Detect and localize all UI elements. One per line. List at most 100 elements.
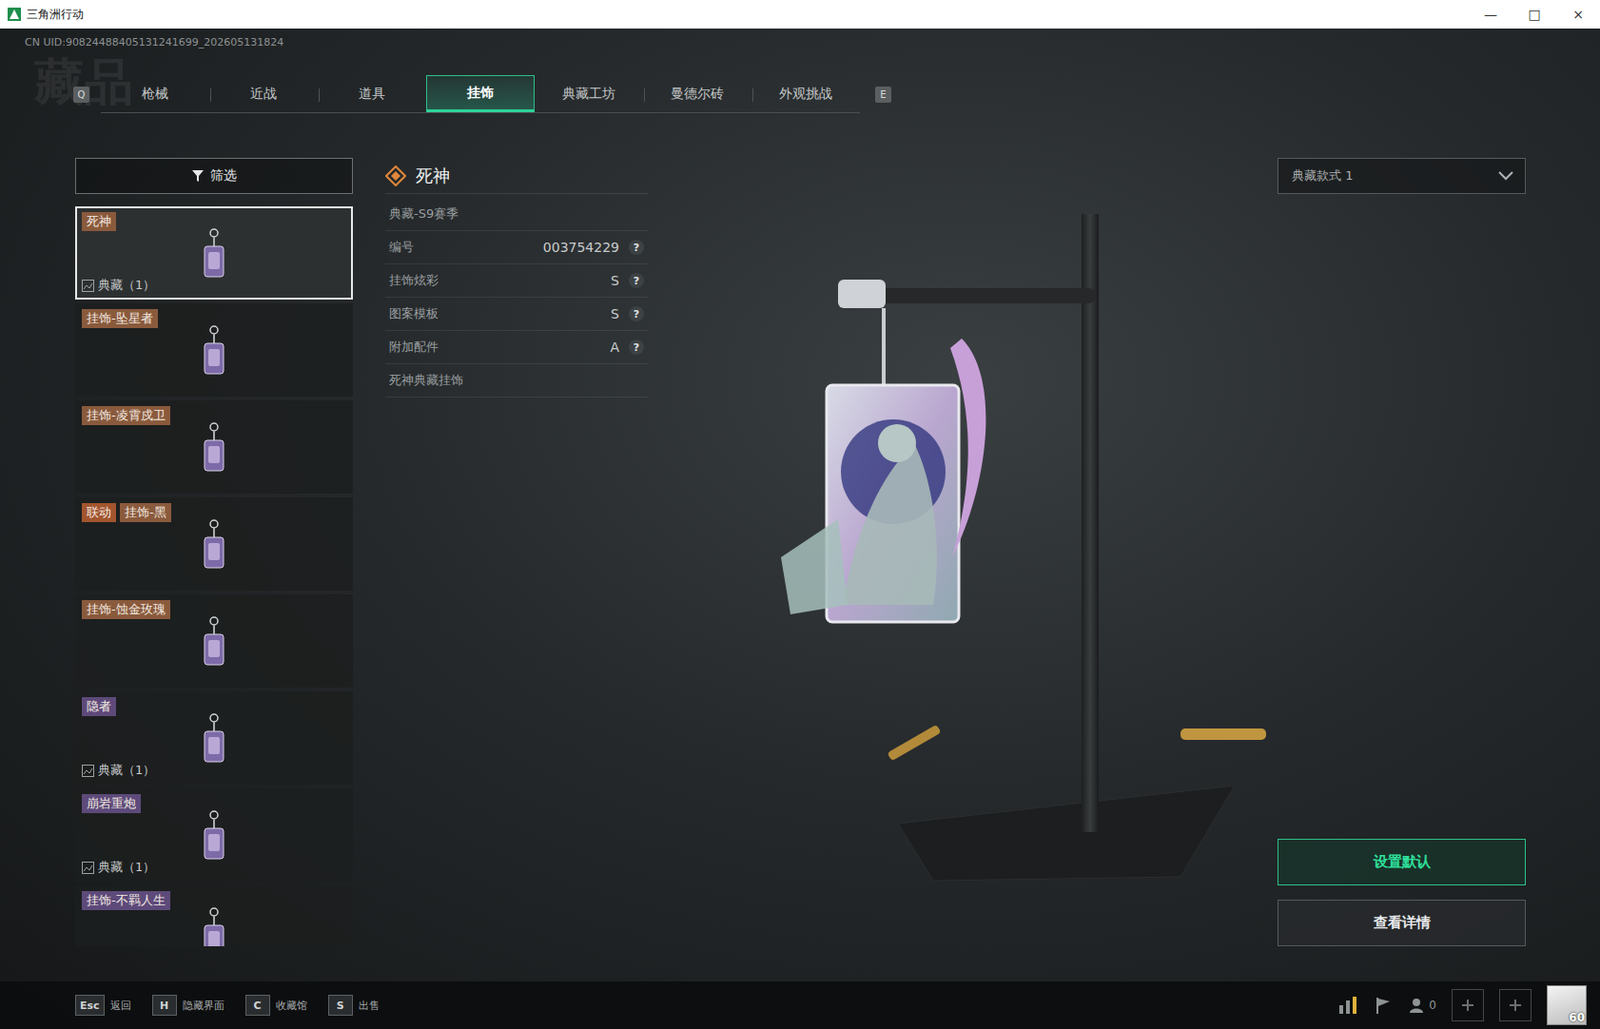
window-control[interactable]: □ <box>1512 0 1557 29</box>
item-art <box>81 910 347 947</box>
attribute-row: 挂饰炫彩S? <box>385 264 648 298</box>
prev-tab-key[interactable]: Q <box>73 86 90 103</box>
collection-row: 典藏（1） <box>81 761 347 780</box>
item-art <box>81 716 347 762</box>
add-slot[interactable] <box>1499 989 1532 1022</box>
add-slot[interactable] <box>1451 989 1484 1022</box>
item-card[interactable]: 死神典藏（1） <box>75 206 353 300</box>
help-icon[interactable]: ? <box>628 273 644 289</box>
charm-icon <box>196 421 232 475</box>
window-title: 三角洲行动 <box>26 6 1469 23</box>
flag-icon[interactable] <box>1373 995 1393 1015</box>
filter-icon <box>191 169 205 183</box>
tab[interactable]: 典藏工坊 <box>534 75 644 113</box>
hint-key: Esc <box>75 995 105 1016</box>
app-logo-icon <box>7 7 21 21</box>
tag-row: 挂饰-坠星者 <box>81 309 347 329</box>
item-name: 隐者 <box>81 697 117 717</box>
key-hint[interactable]: Esc 返回 <box>75 995 132 1016</box>
key-hint[interactable]: C收藏馆 <box>245 995 308 1016</box>
item-art <box>81 619 347 665</box>
tab[interactable]: 近战 <box>209 75 318 113</box>
player-avatar[interactable]: 60 <box>1546 985 1587 1026</box>
item-name: 挂饰-凌霄戍卫 <box>81 406 171 426</box>
tab[interactable]: 挂饰 <box>426 75 535 113</box>
window-control[interactable]: — <box>1468 0 1513 29</box>
collection-row <box>81 567 347 586</box>
item-name: 崩岩重炮 <box>81 794 141 814</box>
hint-label: 返回 <box>110 998 132 1014</box>
tab[interactable]: 道具 <box>317 75 427 113</box>
plus-icon <box>1508 998 1522 1013</box>
help-icon[interactable]: ? <box>628 306 644 322</box>
action-button[interactable]: 查看详情 <box>1277 899 1526 947</box>
item-card[interactable]: 挂饰-坠星者 <box>75 303 353 397</box>
item-art <box>81 328 347 374</box>
key-hint[interactable]: H隐藏界面 <box>152 995 225 1016</box>
item-column: 筛选死神典藏（1）挂饰-坠星者挂饰-凌霄戍卫联动挂饰-黑挂饰-蚀金玫瑰隐者典藏（… <box>75 157 353 947</box>
hint-key: S <box>328 995 353 1016</box>
detail-title: 死神 <box>385 157 648 195</box>
item-card[interactable]: 崩岩重炮典藏（1） <box>75 788 353 882</box>
collection-row <box>81 664 347 683</box>
item-name: 挂饰-蚀金玫瑰 <box>81 600 171 620</box>
item-name: 挂饰-不羁人生 <box>81 891 171 911</box>
collection-row <box>81 373 347 391</box>
tag-row: 死神 <box>81 212 347 232</box>
status-group: 0 60 <box>1337 985 1587 1026</box>
plus-icon <box>1461 998 1475 1013</box>
content: 筛选死神典藏（1）挂饰-坠星者挂饰-凌霄戍卫联动挂饰-黑挂饰-蚀金玫瑰隐者典藏（… <box>0 113 1600 982</box>
header: CN UID:90824488405131241699_202605131824… <box>0 28 1600 114</box>
charm-icon <box>196 615 232 669</box>
page-title: 藏品 <box>34 49 134 117</box>
chevron-down-icon <box>1498 171 1514 181</box>
charm-icon <box>196 809 232 863</box>
tab[interactable]: 枪械 <box>100 75 210 113</box>
filter-button[interactable]: 筛选 <box>75 157 353 195</box>
collection-icon <box>81 279 95 293</box>
detail-panel: 死神典藏-S9赛季编号003754229?挂饰炫彩S?图案模板S?附加配件A?死… <box>385 157 648 947</box>
help-icon[interactable]: ? <box>628 239 644 255</box>
people-icon <box>1407 996 1425 1015</box>
tag-row: 联动挂饰-黑 <box>81 503 347 523</box>
item-card[interactable]: 联动挂饰-黑 <box>75 497 353 591</box>
tag-row: 挂饰-凌霄戍卫 <box>81 406 347 426</box>
help-icon[interactable]: ? <box>628 339 644 355</box>
hint-key: H <box>152 995 177 1016</box>
tab-list: 枪械近战道具挂饰典藏工坊曼德尔砖外观挑战 <box>100 75 860 114</box>
stats-icon[interactable] <box>1337 995 1359 1015</box>
hint-label: 出售 <box>358 998 380 1014</box>
level-badge: 60 <box>1568 1011 1585 1025</box>
item-list: 死神典藏（1）挂饰-坠星者挂饰-凌霄戍卫联动挂饰-黑挂饰-蚀金玫瑰隐者典藏（1）… <box>75 206 353 947</box>
item-card[interactable]: 挂饰-不羁人生 <box>75 885 353 947</box>
preview-stage[interactable] <box>647 157 1278 947</box>
window-control[interactable]: × <box>1556 0 1600 29</box>
collab-tag: 联动 <box>81 503 117 523</box>
right-column: 典藏款式 1 设置默认查看详情 <box>1277 157 1526 947</box>
item-card[interactable]: 隐者典藏（1） <box>75 691 353 785</box>
item-card[interactable]: 挂饰-凌霄戍卫 <box>75 400 353 494</box>
charm-icon <box>196 906 232 947</box>
action-button[interactable]: 设置默认 <box>1277 839 1526 886</box>
charm-preview-icon <box>647 157 1278 947</box>
item-card[interactable]: 挂饰-蚀金玫瑰 <box>75 594 353 688</box>
item-name: 挂饰-坠星者 <box>81 309 158 329</box>
next-tab-key[interactable]: E <box>875 86 892 103</box>
description-row: 死神典藏挂饰 <box>385 364 648 398</box>
key-hint[interactable]: S 出售 <box>328 995 380 1016</box>
collection-icon <box>81 764 95 778</box>
collection-row: 典藏（1） <box>81 858 347 877</box>
tag-row: 挂饰-蚀金玫瑰 <box>81 600 347 620</box>
item-name: 挂饰-黑 <box>119 503 172 523</box>
tag-row: 崩岩重炮 <box>81 794 347 814</box>
item-name: 死神 <box>81 212 117 232</box>
style-select[interactable]: 典藏款式 1 <box>1277 157 1526 195</box>
attribute-row: 附加配件A? <box>385 331 648 365</box>
tab[interactable]: 外观挑战 <box>751 75 860 113</box>
collection-row <box>81 470 347 488</box>
charm-icon <box>196 712 232 766</box>
charm-icon <box>196 518 232 572</box>
season-row: 典藏-S9赛季 <box>385 197 648 232</box>
tab[interactable]: 曼德尔砖 <box>643 75 752 113</box>
friends-count[interactable]: 0 <box>1407 996 1437 1015</box>
